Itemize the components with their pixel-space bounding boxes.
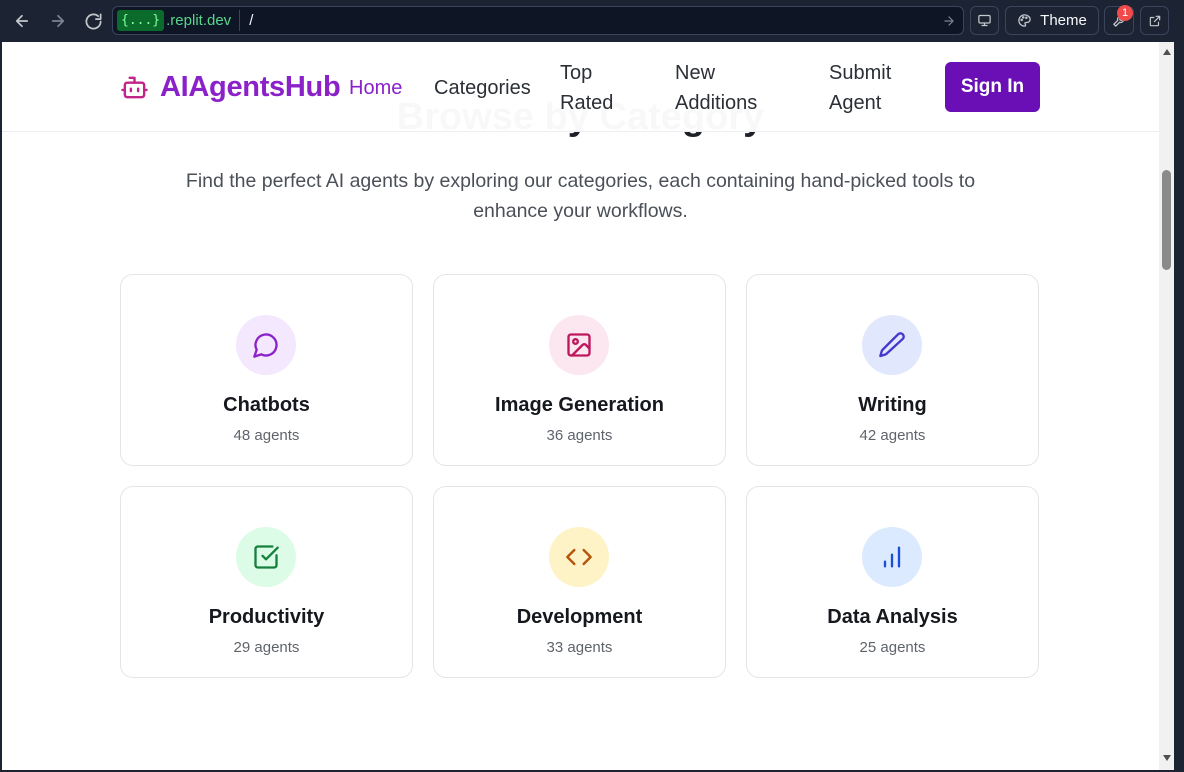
category-card-productivity[interactable]: Productivity 29 agents bbox=[120, 486, 413, 678]
scroll-up-icon[interactable] bbox=[1161, 46, 1173, 58]
card-icon-bg bbox=[862, 527, 922, 587]
card-count: 36 agents bbox=[546, 427, 613, 444]
scroll-down-icon[interactable] bbox=[1161, 752, 1173, 764]
scrollbar-track[interactable] bbox=[1159, 42, 1174, 770]
arrow-left-icon bbox=[15, 14, 29, 28]
bot-icon bbox=[121, 76, 148, 99]
page-viewport: Browse by Category AIAgentsHub Home Cate… bbox=[2, 42, 1174, 770]
code-icon bbox=[566, 548, 592, 566]
card-icon-bg bbox=[862, 315, 922, 375]
category-card-writing[interactable]: Writing 42 agents bbox=[746, 274, 1039, 466]
card-icon-bg bbox=[236, 315, 296, 375]
arrow-right-icon bbox=[51, 14, 65, 28]
nav-submit-agent[interactable]: Submit Agent bbox=[829, 58, 891, 118]
intro-line-2: enhance your workflows. bbox=[473, 200, 688, 222]
device-preview-button[interactable] bbox=[970, 6, 999, 35]
card-icon-bg bbox=[236, 527, 296, 587]
category-card-development[interactable]: Development 33 agents bbox=[433, 486, 726, 678]
card-title: Writing bbox=[858, 394, 927, 416]
nav-submit-agent-line2: Agent bbox=[829, 92, 882, 114]
category-card-data-analysis[interactable]: Data Analysis 25 agents bbox=[746, 486, 1039, 678]
card-icon-bg bbox=[549, 527, 609, 587]
forward-button[interactable] bbox=[46, 9, 70, 33]
card-count: 33 agents bbox=[546, 639, 613, 656]
external-link-icon bbox=[1149, 15, 1160, 26]
intro-line-1: Find the perfect AI agents by exploring … bbox=[185, 170, 976, 192]
card-count: 29 agents bbox=[233, 639, 300, 656]
category-card-chatbots[interactable]: Chatbots 48 agents bbox=[120, 274, 413, 466]
reload-button[interactable] bbox=[81, 9, 105, 33]
nav-home[interactable]: Home bbox=[349, 73, 402, 103]
url-path: / bbox=[249, 12, 254, 29]
theme-label: Theme bbox=[1040, 12, 1087, 29]
address-bar[interactable]: {...} .replit.dev / bbox=[112, 6, 964, 35]
section-intro: Find the perfect AI agents by exploring … bbox=[162, 166, 999, 226]
back-button[interactable] bbox=[10, 9, 34, 33]
nav-top-rated-line2: Rated bbox=[560, 92, 614, 114]
bar-chart-icon bbox=[883, 546, 901, 568]
image-icon bbox=[567, 333, 591, 357]
refresh-icon bbox=[85, 13, 101, 29]
url-badge: {...} bbox=[117, 10, 165, 31]
site-header: AIAgentsHub Home Categories Top Rated Ne… bbox=[2, 42, 1159, 132]
theme-button[interactable]: Theme bbox=[1005, 6, 1099, 35]
card-icon-bg bbox=[549, 315, 609, 375]
nav-top-rated-line1: Top bbox=[560, 62, 593, 84]
logo-text: AIAgentsHub bbox=[160, 71, 341, 103]
check-square-icon bbox=[254, 545, 279, 569]
go-arrow-icon[interactable] bbox=[939, 11, 959, 31]
card-title: Development bbox=[516, 606, 643, 628]
card-count: 42 agents bbox=[859, 427, 926, 444]
sign-in-button[interactable]: Sign In bbox=[945, 62, 1040, 112]
card-title: Data Analysis bbox=[827, 606, 958, 628]
message-circle-icon bbox=[253, 333, 278, 358]
card-title: Image Generation bbox=[495, 394, 664, 416]
nav-top-rated[interactable]: Top Rated bbox=[560, 58, 613, 118]
card-title: Productivity bbox=[208, 606, 325, 628]
pencil-icon bbox=[879, 332, 905, 358]
logo[interactable]: AIAgentsHub bbox=[120, 71, 341, 104]
card-title: Chatbots bbox=[223, 394, 310, 416]
open-new-tab-button[interactable] bbox=[1140, 6, 1169, 35]
card-count: 25 agents bbox=[859, 639, 926, 656]
monitor-icon bbox=[978, 14, 991, 27]
nav-submit-agent-line1: Submit bbox=[829, 62, 892, 84]
nav-new-additions-line1: New bbox=[675, 62, 716, 84]
url-domain: .replit.dev bbox=[166, 12, 232, 29]
palette-icon bbox=[1018, 14, 1031, 27]
category-card-image-generation[interactable]: Image Generation 36 agents bbox=[433, 274, 726, 466]
nav-new-additions[interactable]: New Additions bbox=[675, 58, 757, 118]
nav-categories[interactable]: Categories bbox=[434, 73, 531, 103]
browser-toolbar: {...} .replit.dev / Theme 1 bbox=[0, 0, 1184, 42]
notification-badge: 1 bbox=[1117, 5, 1133, 21]
card-count: 48 agents bbox=[233, 427, 300, 444]
nav-new-additions-line2: Additions bbox=[675, 92, 758, 114]
scrollbar-thumb[interactable] bbox=[1162, 170, 1171, 270]
url-divider bbox=[239, 10, 241, 31]
